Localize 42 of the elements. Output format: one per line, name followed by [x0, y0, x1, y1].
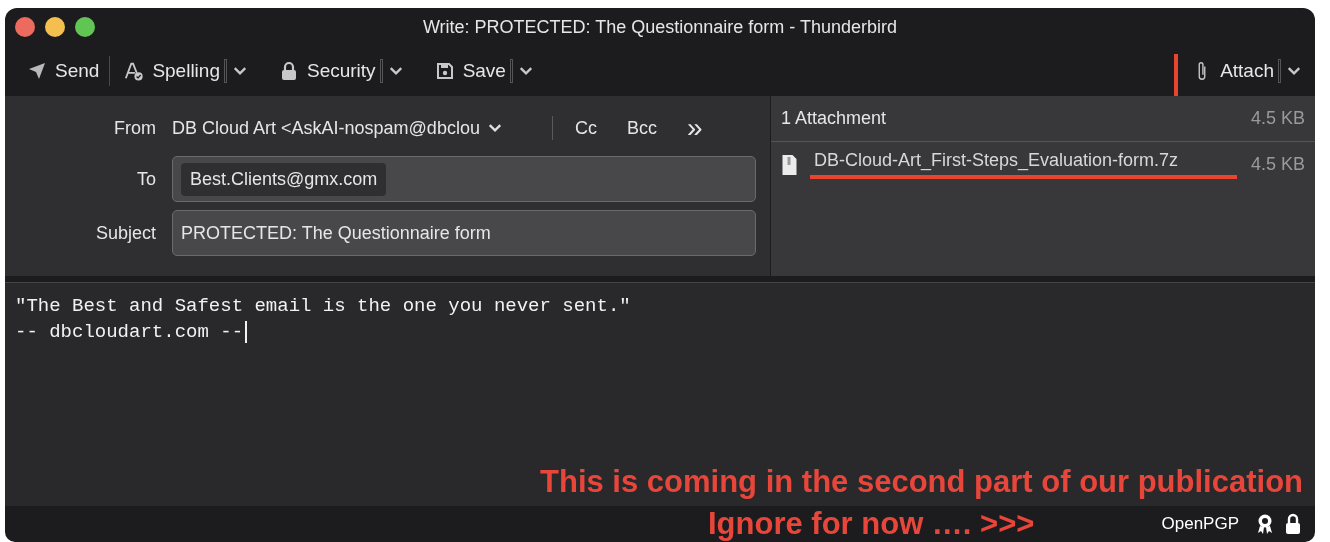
- lock-icon[interactable]: [1283, 513, 1303, 535]
- recipient-pill[interactable]: Best.Clients@gmx.com: [181, 162, 387, 196]
- annotation-text: Ignore for now …. >>>: [708, 506, 1035, 542]
- toolbar-button[interactable]: Security: [275, 55, 407, 87]
- from-dropdown[interactable]: DB Cloud Art <AskAI-nospam@dbclou: [172, 117, 532, 139]
- attachment-size: 4.5 KB: [1250, 154, 1305, 175]
- attach-button[interactable]: Attach: [1188, 55, 1303, 87]
- lock-icon: [279, 60, 299, 82]
- to-field[interactable]: Best.Clients@gmx.com: [172, 156, 756, 202]
- minimize-button[interactable]: [45, 17, 65, 37]
- chevron-down-icon: [487, 123, 502, 133]
- total-size: 4.5 KB: [1250, 108, 1305, 129]
- attachment-count: 1 Attachment: [781, 108, 887, 129]
- window-title: Write: PROTECTED: The Questionnaire form - Thunderbird: [421, 16, 899, 38]
- to-label: To: [136, 168, 157, 190]
- text-cursor: [245, 321, 248, 343]
- subject-field[interactable]: PROTECTED: The Questionnaire form: [172, 210, 756, 256]
- bcc-button[interactable]: Bcc: [627, 117, 657, 139]
- from-label: From: [113, 117, 157, 139]
- chevron-down-icon: [388, 66, 403, 76]
- spelling-icon: [124, 60, 145, 82]
- save-icon: [434, 60, 455, 82]
- body-text-line: "The Best and Safest email is the one you never sent.": [15, 294, 631, 319]
- toolbar-button[interactable]: Save: [430, 55, 537, 87]
- attachment-item[interactable]: DB-Cloud-Art_First-Steps_Evaluation-form.7z 4.5 KB: [771, 142, 1315, 187]
- chevron-down-icon: [233, 66, 247, 76]
- toolbar-button[interactable]: Send: [23, 56, 104, 86]
- archive-file-icon: [781, 153, 798, 176]
- toolbar-button[interactable]: Spelling: [120, 55, 251, 87]
- message-body[interactable]: "The Best and Safest email is the one you never sent." -- dbcloudart.com -- This is coming in the second part of our publication: [5, 282, 1315, 506]
- body-text-line: -- dbcloudart.com --: [15, 320, 244, 345]
- certificate-icon[interactable]: [1255, 513, 1275, 535]
- close-button[interactable]: [15, 17, 35, 37]
- attachment-name: DB-Cloud-Art_First-Steps_Evaluation-form.7z: [810, 150, 1237, 179]
- chevron-down-icon: [518, 66, 533, 76]
- zoom-button[interactable]: [75, 17, 95, 37]
- more-fields-button[interactable]: »: [687, 114, 703, 142]
- chevron-down-icon: [1287, 66, 1301, 76]
- cc-button[interactable]: Cc: [575, 117, 597, 139]
- subject-label: Subject: [94, 222, 157, 244]
- annotation-text: This is coming in the second part of our publication: [540, 464, 1303, 500]
- openpgp-label[interactable]: OpenPGP: [1161, 514, 1239, 534]
